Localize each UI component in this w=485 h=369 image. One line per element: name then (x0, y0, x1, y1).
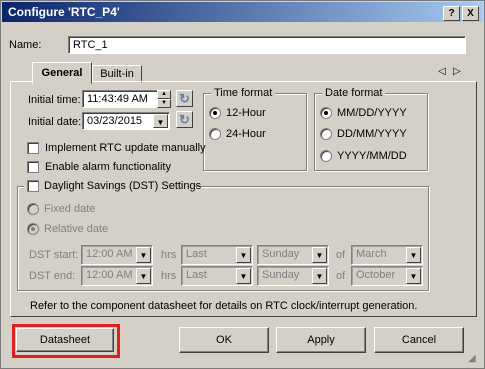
radio-relative-date[interactable] (27, 223, 39, 235)
footer-note: Refer to the component datasheet for det… (30, 300, 418, 312)
chevron-down-icon: ▼ (312, 247, 327, 263)
dst-start-time-value: 12:00 AM (86, 248, 133, 260)
dst-end-of-label: of (336, 270, 346, 282)
radio-mm-dd-yyyy[interactable] (320, 107, 332, 119)
radio-24-hour[interactable] (209, 128, 221, 140)
refresh-date-icon[interactable]: ↻ (176, 111, 193, 128)
radio-12-hour-label: 12-Hour (226, 107, 266, 119)
radio-yyyy-mm-dd[interactable] (320, 150, 332, 162)
dst-header: Daylight Savings (DST) Settings (24, 179, 201, 193)
alarm-checkbox[interactable] (27, 161, 39, 173)
ok-button[interactable]: OK (179, 327, 269, 353)
date-format-title: Date format (322, 87, 386, 99)
radio-dd-mm-yyyy-label: DD/MM/YYYY (337, 128, 407, 140)
dst-start-month-dropdown[interactable]: March ▼ (351, 245, 423, 265)
name-label: Name: (9, 39, 42, 51)
dst-start-of-label: of (336, 249, 346, 261)
radio-relative-date-label: Relative date (44, 223, 109, 235)
close-button[interactable]: X (462, 6, 479, 21)
dst-end-label: DST end: (29, 270, 76, 282)
dst-label: Daylight Savings (DST) Settings (44, 180, 202, 192)
chevron-down-icon: ▼ (406, 247, 421, 263)
dst-end-day-dropdown[interactable]: Sunday ▼ (257, 266, 329, 286)
dst-start-hrs-label: hrs (161, 249, 177, 261)
dst-end-week-value: Last (186, 269, 207, 281)
chevron-down-icon: ▼ (136, 247, 151, 263)
tab-general[interactable]: General (32, 62, 92, 84)
cancel-button[interactable]: Cancel (374, 327, 464, 353)
tab-scroll-left-icon[interactable]: ◁ (438, 66, 446, 77)
name-value: RTC_1 (73, 39, 108, 51)
dst-start-label: DST start: (29, 249, 79, 261)
tab-built-in-label: Built-in (100, 68, 134, 80)
dst-end-month-value: October (356, 269, 396, 281)
radio-fixed-date-label: Fixed date (44, 203, 96, 215)
time-spin-down-icon[interactable]: ▼ (157, 99, 171, 108)
chevron-down-icon: ▼ (312, 268, 327, 284)
dst-start-day-value: Sunday (262, 248, 300, 260)
rtc-manual-checkbox[interactable] (27, 142, 39, 154)
dst-end-month-dropdown[interactable]: October ▼ (351, 266, 423, 286)
dst-start-time-dropdown[interactable]: 12:00 AM ▼ (81, 245, 153, 265)
initial-time-value: 11:43:49 AM (87, 93, 148, 105)
refresh-time-icon[interactable]: ↻ (176, 90, 193, 107)
dst-start-month-value: March (356, 248, 387, 260)
title-bar[interactable]: Configure 'RTC_P4' ? X (2, 2, 483, 22)
dst-checkbox[interactable] (27, 180, 39, 192)
chevron-down-icon: ▼ (236, 268, 251, 284)
radio-fixed-date[interactable] (27, 203, 39, 215)
initial-time-input[interactable]: 11:43:49 AM (82, 90, 158, 108)
radio-12-hour[interactable] (209, 107, 221, 119)
initial-date-label: Initial date: (28, 116, 82, 128)
name-field[interactable]: RTC_1 (68, 36, 466, 54)
dst-start-day-dropdown[interactable]: Sunday ▼ (257, 245, 329, 265)
radio-mm-dd-yyyy-label: MM/DD/YYYY (337, 107, 407, 119)
dst-start-week-value: Last (186, 248, 207, 260)
dst-end-time-value: 12:00 AM (86, 269, 133, 281)
highlight-box (12, 324, 120, 358)
initial-date-value: 03/23/2015 (87, 115, 143, 127)
initial-date-dropdown[interactable]: 03/23/2015 ▼ (82, 112, 170, 130)
radio-dd-mm-yyyy[interactable] (320, 128, 332, 140)
time-spin-up-icon[interactable]: ▲ (157, 90, 171, 99)
resize-grip-icon[interactable]: ◢ (468, 353, 476, 364)
chevron-down-icon: ▼ (406, 268, 421, 284)
configure-dialog: Configure 'RTC_P4' ? X Name: RTC_1 Gener… (0, 0, 485, 369)
chevron-down-icon: ▼ (136, 268, 151, 284)
tab-scroll-right-icon[interactable]: ▷ (453, 66, 461, 77)
tab-general-label: General (41, 67, 83, 79)
chevron-down-icon[interactable]: ▼ (153, 114, 168, 128)
dst-end-time-dropdown[interactable]: 12:00 AM ▼ (81, 266, 153, 286)
help-button[interactable]: ? (443, 6, 460, 21)
dst-end-week-dropdown[interactable]: Last ▼ (181, 266, 253, 286)
window-title: Configure 'RTC_P4' (8, 5, 120, 19)
rtc-manual-label: Implement RTC update manually (45, 142, 206, 154)
dst-start-week-dropdown[interactable]: Last ▼ (181, 245, 253, 265)
radio-yyyy-mm-dd-label: YYYY/MM/DD (337, 150, 407, 162)
dst-end-day-value: Sunday (262, 269, 300, 281)
initial-time-label: Initial time: (28, 94, 81, 106)
radio-24-hour-label: 24-Hour (226, 128, 266, 140)
alarm-label: Enable alarm functionality (45, 161, 171, 173)
dst-end-hrs-label: hrs (161, 270, 177, 282)
chevron-down-icon: ▼ (236, 247, 251, 263)
time-format-title: Time format (211, 87, 276, 99)
apply-button[interactable]: Apply (276, 327, 366, 353)
